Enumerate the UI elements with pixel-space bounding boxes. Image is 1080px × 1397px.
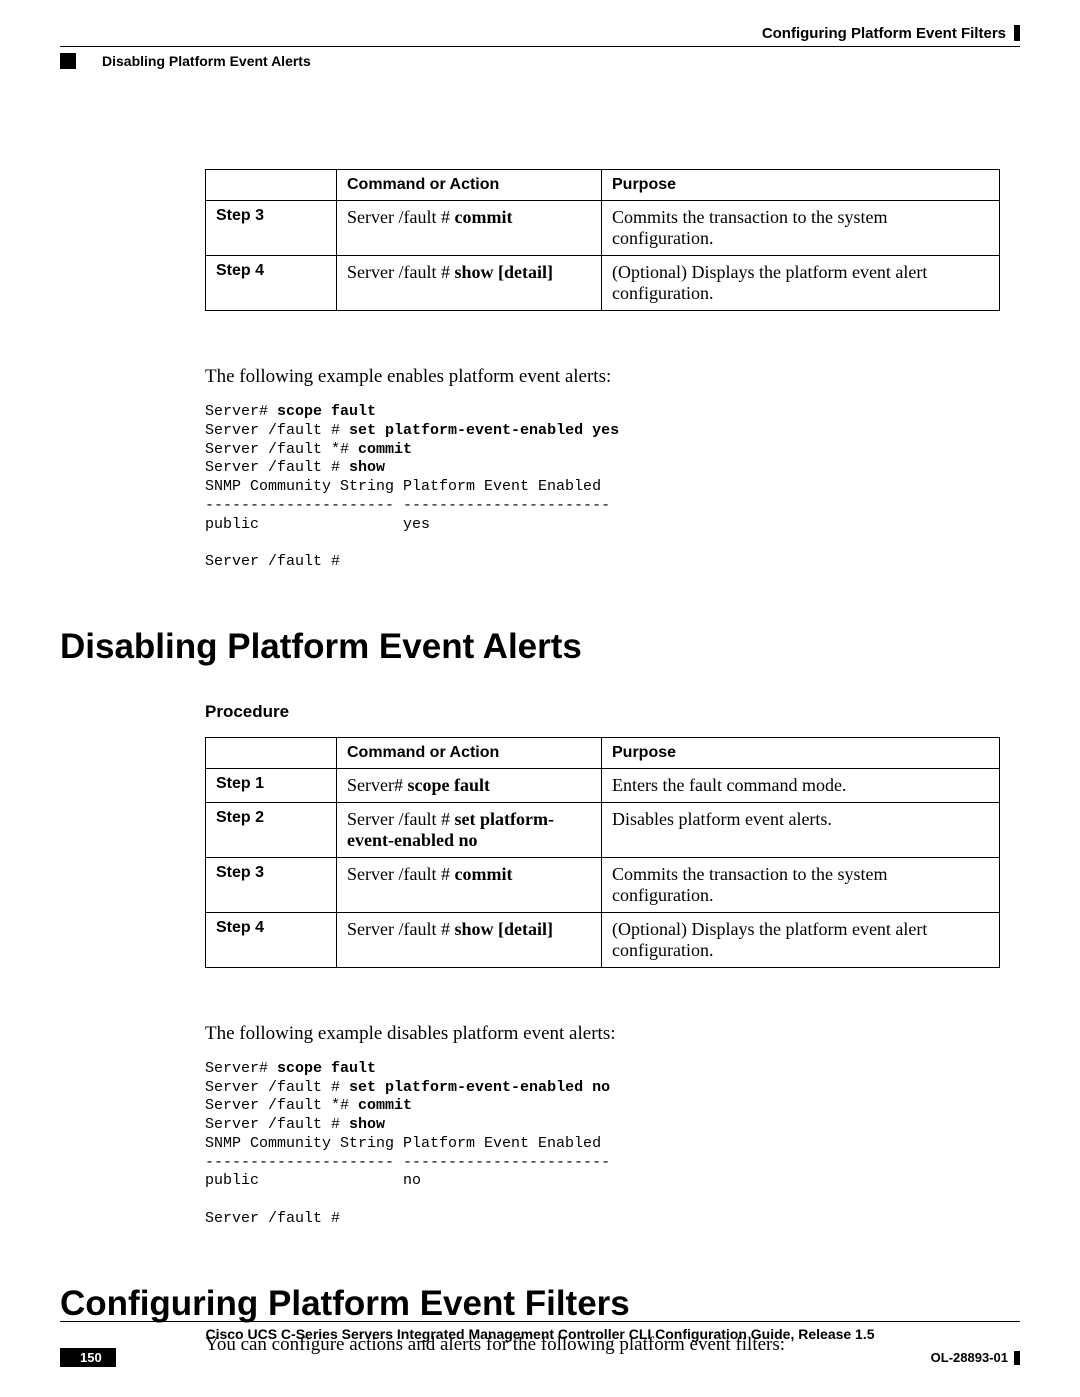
procedure-label: Procedure bbox=[205, 702, 1000, 722]
header-mark-icon bbox=[1014, 25, 1020, 41]
col-command: Command or Action bbox=[337, 170, 602, 201]
purpose-cell: (Optional) Displays the platform event a… bbox=[602, 912, 1000, 967]
command-cell: Server /fault # show [detail] bbox=[337, 912, 602, 967]
footer-mark-icon bbox=[1014, 1351, 1020, 1365]
purpose-cell: Disables platform event alerts. bbox=[602, 802, 1000, 857]
step-cell: Step 2 bbox=[206, 802, 337, 857]
table-row: Step 3 Server /fault # commit Commits th… bbox=[206, 857, 1000, 912]
table-row: Step 4 Server /fault # show [detail] (Op… bbox=[206, 256, 1000, 311]
doc-id: OL-28893-01 bbox=[931, 1350, 1008, 1365]
step-cell: Step 4 bbox=[206, 912, 337, 967]
col-step bbox=[206, 737, 337, 768]
col-command: Command or Action bbox=[337, 737, 602, 768]
col-purpose: Purpose bbox=[602, 170, 1000, 201]
header-rule bbox=[60, 46, 1020, 47]
page-number: 150 bbox=[60, 1348, 116, 1367]
command-cell: Server# scope fault bbox=[337, 768, 602, 802]
purpose-cell: Commits the transaction to the system co… bbox=[602, 201, 1000, 256]
page-footer: Cisco UCS C-Series Servers Integrated Ma… bbox=[60, 1321, 1020, 1367]
purpose-cell: (Optional) Displays the platform event a… bbox=[602, 256, 1000, 311]
purpose-cell: Enters the fault command mode. bbox=[602, 768, 1000, 802]
cli-example-disable: Server# scope fault Server /fault # set … bbox=[205, 1060, 1000, 1229]
example-intro: The following example enables platform e… bbox=[205, 366, 1000, 388]
footer-rule bbox=[60, 1321, 1020, 1322]
step-cell: Step 3 bbox=[206, 857, 337, 912]
footer-doc-title: Cisco UCS C-Series Servers Integrated Ma… bbox=[60, 1326, 1020, 1342]
heading-configuring: Configuring Platform Event Filters bbox=[60, 1284, 1020, 1324]
col-step bbox=[206, 170, 337, 201]
sub-header: Disabling Platform Event Alerts bbox=[60, 53, 1020, 69]
step-cell: Step 1 bbox=[206, 768, 337, 802]
command-cell: Server /fault # set platform-event-enabl… bbox=[337, 802, 602, 857]
table-row: Step 2 Server /fault # set platform-even… bbox=[206, 802, 1000, 857]
table-row: Step 4 Server /fault # show [detail] (Op… bbox=[206, 912, 1000, 967]
example-intro: The following example disables platform … bbox=[205, 1023, 1000, 1045]
purpose-cell: Commits the transaction to the system co… bbox=[602, 857, 1000, 912]
section-mark-icon bbox=[60, 53, 76, 69]
command-cell: Server /fault # show [detail] bbox=[337, 256, 602, 311]
running-header: Configuring Platform Event Filters bbox=[60, 25, 1020, 44]
chapter-title: Configuring Platform Event Filters bbox=[762, 25, 1006, 42]
procedure-table-disable: Command or Action Purpose Step 1 Server#… bbox=[205, 737, 1000, 968]
command-cell: Server /fault # commit bbox=[337, 857, 602, 912]
step-cell: Step 3 bbox=[206, 201, 337, 256]
table-row: Step 3 Server /fault # commit Commits th… bbox=[206, 201, 1000, 256]
command-cell: Server /fault # commit bbox=[337, 201, 602, 256]
procedure-table-continued: Command or Action Purpose Step 3 Server … bbox=[205, 169, 1000, 311]
section-title: Disabling Platform Event Alerts bbox=[102, 53, 311, 69]
table-row: Step 1 Server# scope fault Enters the fa… bbox=[206, 768, 1000, 802]
table-header-row: Command or Action Purpose bbox=[206, 737, 1000, 768]
table-header-row: Command or Action Purpose bbox=[206, 170, 1000, 201]
heading-disabling: Disabling Platform Event Alerts bbox=[60, 627, 1020, 667]
cli-example-enable: Server# scope fault Server /fault # set … bbox=[205, 403, 1000, 572]
step-cell: Step 4 bbox=[206, 256, 337, 311]
col-purpose: Purpose bbox=[602, 737, 1000, 768]
